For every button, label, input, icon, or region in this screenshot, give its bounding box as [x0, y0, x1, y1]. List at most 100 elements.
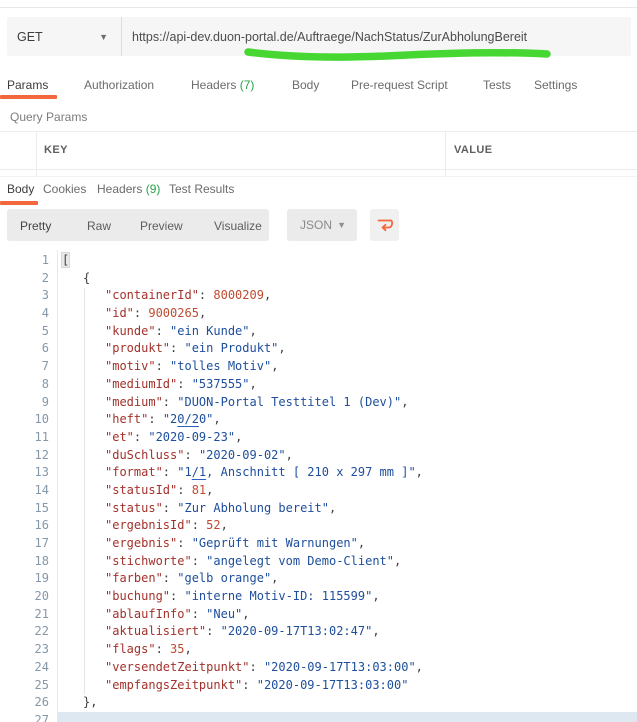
code-line-content: "medium": "DUON-Portal Testtitel 1 (Dev)… — [57, 394, 637, 412]
url-input[interactable]: https://api-dev.duon-portal.de/Auftraege… — [122, 30, 527, 44]
tab-label: Settings — [534, 78, 577, 92]
line-number: 25 — [0, 677, 57, 695]
line-number: 13 — [0, 464, 57, 482]
line-number: 16 — [0, 517, 57, 535]
code-line-content: "ablaufInfo": "Neu", — [57, 606, 637, 624]
code-line: 26}, — [0, 694, 637, 712]
code-line-content: "flags": 35, — [57, 641, 637, 659]
postman-request-view: GET ▼ https://api-dev.duon-portal.de/Auf… — [0, 0, 637, 722]
tab-body[interactable]: Body — [292, 78, 319, 92]
view-mode-visualize[interactable]: Visualize — [214, 219, 262, 233]
code-line: 23"flags": 35, — [0, 641, 637, 659]
code-line: 12"duSchluss": "2020-09-02", — [0, 447, 637, 465]
code-line-content: "statusId": 81, — [57, 482, 637, 500]
code-line-content: "buchung": "interne Motiv-ID: 115599", — [57, 588, 637, 606]
method-dropdown[interactable]: GET ▼ — [7, 17, 121, 56]
tab-count-badge: (9) — [142, 182, 160, 196]
code-line: 6"produkt": "ein Produkt", — [0, 340, 637, 358]
tab-test-results[interactable]: Test Results — [169, 182, 234, 196]
line-number: 15 — [0, 500, 57, 518]
wrap-text-icon — [376, 216, 394, 234]
view-mode-preview[interactable]: Preview — [140, 219, 183, 233]
tab-headers[interactable]: Headers (9) — [97, 182, 160, 196]
wrap-text-button[interactable] — [370, 209, 399, 241]
code-line-content: "duSchluss": "2020-09-02", — [57, 447, 637, 465]
code-line-content: "et": "2020-09-23", — [57, 429, 637, 447]
code-line: 13"format": "1/1, Anschnitt [ 210 x 297 … — [0, 464, 637, 482]
column-header-value: VALUE — [454, 144, 492, 156]
tab-params[interactable]: Params — [7, 78, 48, 92]
code-line-content: "ergebnis": "Geprüft mit Warnungen", — [57, 535, 637, 553]
tab-body[interactable]: Body — [7, 182, 34, 196]
line-number: 7 — [0, 358, 57, 376]
tab-pre-request-script[interactable]: Pre-request Script — [351, 78, 448, 92]
view-mode-raw[interactable]: Raw — [87, 219, 111, 233]
code-line-content: { — [57, 270, 637, 288]
code-line-content: "heft": "20/20", — [57, 411, 637, 429]
request-tabs: Params Authorization Headers (7) Body Pre-re… — [0, 72, 637, 100]
code-line-content: }, — [57, 694, 637, 712]
code-line: 15"status": "Zur Abholung bereit", — [0, 500, 637, 518]
line-number: 5 — [0, 323, 57, 341]
code-line: 16"ergebnisId": 52, — [0, 517, 637, 535]
code-line-content: "kunde": "ein Kunde", — [57, 323, 637, 341]
format-label: JSON — [300, 218, 332, 232]
code-line: 9"medium": "DUON-Portal Testtitel 1 (Dev… — [0, 394, 637, 412]
tab-headers[interactable]: Headers (7) — [191, 78, 254, 92]
method-label: GET — [17, 30, 43, 44]
table-column-divider — [445, 131, 446, 176]
code-line-content: "empfangsZeitpunkt": "2020-09-17T13:03:0… — [57, 677, 637, 695]
tab-label: Headers — [191, 78, 236, 92]
tab-authorization[interactable]: Authorization — [84, 78, 154, 92]
code-line-content: "containerId": 8000209, — [57, 287, 637, 305]
line-number: 10 — [0, 411, 57, 429]
code-line-content — [57, 712, 637, 722]
code-line-content: "versendetZeitpunkt": "2020-09-17T13:03:… — [57, 659, 637, 677]
line-number: 27 — [0, 712, 57, 722]
tab-cookies[interactable]: Cookies — [43, 182, 86, 196]
code-line-content: "ergebnisId": 52, — [57, 517, 637, 535]
line-number: 3 — [0, 287, 57, 305]
code-line: 4"id": 9000265, — [0, 305, 637, 323]
query-params-heading: Query Params — [10, 110, 87, 124]
tab-count-badge: (7) — [236, 78, 254, 92]
code-line-content: "status": "Zur Abholung bereit", — [57, 500, 637, 518]
line-number: 19 — [0, 570, 57, 588]
code-line-content: "stichworte": "angelegt vom Demo-Client"… — [57, 553, 637, 571]
chevron-down-icon: ▼ — [99, 32, 108, 42]
tab-tests[interactable]: Tests — [483, 78, 511, 92]
response-format-dropdown[interactable]: JSON ▼ — [287, 209, 357, 241]
tab-label: Body — [7, 182, 34, 196]
code-line: 14"statusId": 81, — [0, 482, 637, 500]
active-response-tab-underline — [0, 201, 38, 205]
table-column-divider — [36, 131, 37, 176]
code-line: 2{ — [0, 270, 637, 288]
line-number: 12 — [0, 447, 57, 465]
code-line: 22"aktualisiert": "2020-09-17T13:02:47", — [0, 623, 637, 641]
line-number: 21 — [0, 606, 57, 624]
top-divider — [0, 7, 637, 8]
code-line: 11"et": "2020-09-23", — [0, 429, 637, 447]
tab-label: Params — [7, 78, 48, 92]
code-line: 21"ablaufInfo": "Neu", — [0, 606, 637, 624]
url-bar: GET ▼ https://api-dev.duon-portal.de/Auf… — [7, 17, 631, 56]
table-border — [0, 131, 637, 132]
tab-label: Cookies — [43, 182, 86, 196]
response-body-editor[interactable]: 1[2{3"containerId": 8000209,4"id": 90002… — [0, 252, 637, 722]
line-number: 2 — [0, 270, 57, 288]
line-number: 4 — [0, 305, 57, 323]
code-line: 24"versendetZeitpunkt": "2020-09-17T13:0… — [0, 659, 637, 677]
code-line-content: "produkt": "ein Produkt", — [57, 340, 637, 358]
code-line-content: "mediumId": "537555", — [57, 376, 637, 394]
view-mode-pretty[interactable]: Pretty — [20, 219, 51, 233]
line-number: 8 — [0, 376, 57, 394]
active-request-tab-underline — [0, 95, 57, 99]
line-number: 24 — [0, 659, 57, 677]
code-line: 10"heft": "20/20", — [0, 411, 637, 429]
code-line: 5"kunde": "ein Kunde", — [0, 323, 637, 341]
tab-settings[interactable]: Settings — [534, 78, 577, 92]
line-number: 18 — [0, 553, 57, 571]
code-line-content: "farben": "gelb orange", — [57, 570, 637, 588]
tab-label: Pre-request Script — [351, 78, 448, 92]
code-line: 20"buchung": "interne Motiv-ID: 115599", — [0, 588, 637, 606]
